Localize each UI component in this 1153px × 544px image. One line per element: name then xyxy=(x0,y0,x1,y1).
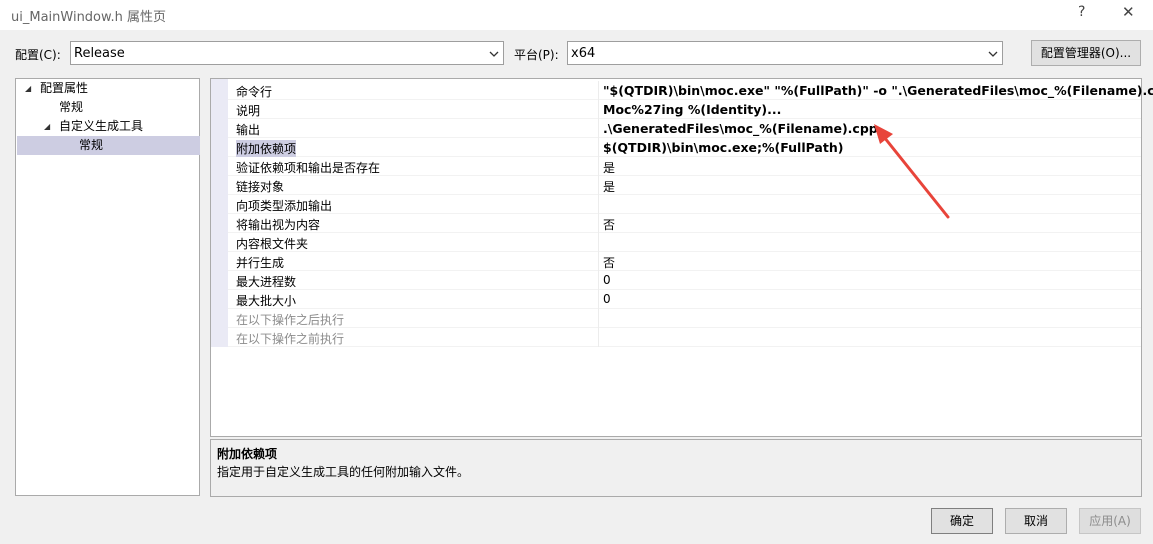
description-text: 指定用于自定义生成工具的任何附加输入文件。 xyxy=(217,465,470,479)
collapse-triangle-icon[interactable]: ◢ xyxy=(25,84,31,93)
column-divider xyxy=(598,271,599,290)
tree-item-config-properties[interactable]: 配置属性 xyxy=(40,79,88,98)
property-value[interactable]: $(QTDIR)\bin\moc.exe;%(FullPath) xyxy=(603,140,843,155)
property-row[interactable]: 将输出视为内容 否 xyxy=(228,214,1141,233)
property-name: 说明 xyxy=(236,104,261,118)
tree-item-custom-build-tool[interactable]: 自定义生成工具 xyxy=(59,117,143,136)
column-divider xyxy=(598,252,599,271)
cancel-button[interactable]: 取消 xyxy=(1005,508,1067,534)
property-value[interactable]: 否 xyxy=(603,254,615,271)
property-row[interactable]: 在以下操作之前执行 xyxy=(228,328,1141,347)
ok-button[interactable]: 确定 xyxy=(931,508,993,534)
chevron-down-icon xyxy=(988,51,998,57)
property-value[interactable]: "$(QTDIR)\bin\moc.exe" "%(FullPath)" -o … xyxy=(603,83,1153,98)
apply-button[interactable]: 应用(A) xyxy=(1079,508,1141,534)
column-divider xyxy=(598,81,599,100)
grid-gutter xyxy=(211,79,228,347)
property-tree: ◢ 配置属性 常规 ◢ 自定义生成工具 常规 xyxy=(15,78,200,496)
collapse-triangle-icon[interactable]: ◢ xyxy=(44,122,50,131)
property-grid: 命令行 "$(QTDIR)\bin\moc.exe" "%(FullPath)"… xyxy=(210,78,1153,437)
property-row-selected[interactable]: 附加依赖项 $(QTDIR)\bin\moc.exe;%(FullPath) xyxy=(228,138,1141,157)
property-row[interactable]: 链接对象 是 xyxy=(228,176,1141,195)
property-row[interactable]: 向项类型添加输出 xyxy=(228,195,1141,214)
property-row[interactable]: 最大进程数 0 xyxy=(228,271,1141,290)
property-row[interactable]: 输出 .\GeneratedFiles\moc_%(Filename).cpp xyxy=(228,119,1141,138)
property-value[interactable]: 是 xyxy=(603,178,615,195)
description-panel: 附加依赖项 指定用于自定义生成工具的任何附加输入文件。 xyxy=(210,439,1142,497)
column-divider xyxy=(598,214,599,233)
property-name: 命令行 xyxy=(236,85,273,99)
property-value[interactable]: .\GeneratedFiles\moc_%(Filename).cpp xyxy=(603,121,878,136)
platform-select[interactable]: x64 xyxy=(567,41,1003,65)
property-name: 附加依赖项 xyxy=(236,140,297,157)
property-name: 将输出视为内容 xyxy=(236,218,321,232)
column-divider xyxy=(598,138,599,157)
config-manager-button[interactable]: 配置管理器(O)... xyxy=(1031,40,1141,66)
property-row[interactable]: 并行生成 否 xyxy=(228,252,1141,271)
property-row[interactable]: 命令行 "$(QTDIR)\bin\moc.exe" "%(FullPath)"… xyxy=(228,81,1153,100)
property-row[interactable]: 在以下操作之后执行 xyxy=(228,309,1141,328)
config-label: 配置(C): xyxy=(15,48,61,62)
property-value[interactable]: Moc%27ing %(Identity)... xyxy=(603,102,781,117)
chevron-down-icon xyxy=(489,51,499,57)
property-row[interactable]: 内容根文件夹 xyxy=(228,233,1141,252)
description-title: 附加依赖项 xyxy=(217,447,278,461)
column-divider xyxy=(598,328,599,347)
property-value[interactable]: 否 xyxy=(603,216,615,233)
property-value[interactable]: 0 xyxy=(603,292,611,306)
property-row[interactable]: 说明 Moc%27ing %(Identity)... xyxy=(228,100,1141,119)
platform-label: 平台(P): xyxy=(514,48,559,62)
column-divider xyxy=(598,157,599,176)
property-value[interactable]: 0 xyxy=(603,273,611,287)
property-name: 内容根文件夹 xyxy=(236,237,309,251)
column-divider xyxy=(598,290,599,309)
column-divider xyxy=(598,309,599,328)
tree-item-general[interactable]: 常规 xyxy=(59,98,83,117)
column-divider xyxy=(598,176,599,195)
property-name: 在以下操作之前执行 xyxy=(236,332,345,346)
tree-item-custom-build-general[interactable]: 常规 xyxy=(17,136,200,155)
config-select[interactable]: Release xyxy=(70,41,504,65)
property-row[interactable]: 验证依赖项和输出是否存在 是 xyxy=(228,157,1141,176)
property-name: 最大进程数 xyxy=(236,275,297,289)
property-name: 在以下操作之后执行 xyxy=(236,313,345,327)
property-name: 并行生成 xyxy=(236,256,285,270)
platform-value: x64 xyxy=(571,46,596,61)
window-title: ui_MainWindow.h 属性页 xyxy=(11,10,166,25)
property-name: 输出 xyxy=(236,123,261,137)
property-row[interactable]: 最大批大小 0 xyxy=(228,290,1141,309)
column-divider xyxy=(598,119,599,138)
column-divider xyxy=(598,195,599,214)
title-bar: ui_MainWindow.h 属性页 ? ✕ xyxy=(0,0,1153,30)
property-name: 最大批大小 xyxy=(236,294,297,308)
column-divider xyxy=(598,100,599,119)
column-divider xyxy=(598,233,599,252)
property-name: 向项类型添加输出 xyxy=(236,199,333,213)
close-icon[interactable]: ✕ xyxy=(1122,3,1135,21)
config-value: Release xyxy=(74,46,125,61)
help-icon[interactable]: ? xyxy=(1078,4,1085,20)
property-value[interactable]: 是 xyxy=(603,159,615,176)
property-name: 验证依赖项和输出是否存在 xyxy=(236,161,381,175)
property-name: 链接对象 xyxy=(236,180,285,194)
